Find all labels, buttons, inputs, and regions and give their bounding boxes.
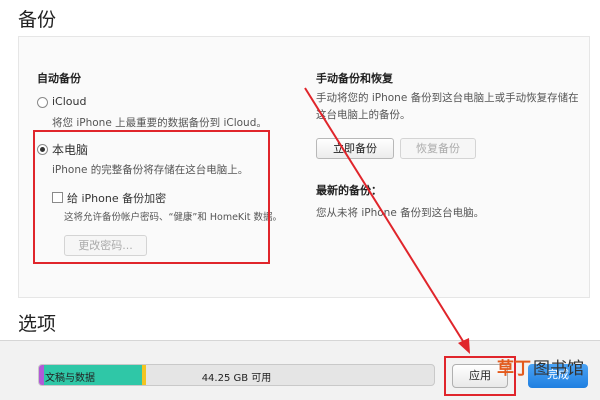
icloud-radio[interactable] xyxy=(37,97,48,108)
storage-available-text: 44.25 GB 可用 xyxy=(201,373,272,384)
manual-backup-description-line2: 这台电脑上的备份。 xyxy=(316,109,411,121)
backup-section-title: 备份 xyxy=(18,9,57,31)
manual-backup-description-line1: 手动将您的 iPhone 备份到这台电脑上或手动恢复存储在 xyxy=(316,92,579,104)
latest-backup-description: 您从未将 iPhone 备份到这台电脑。 xyxy=(316,207,485,219)
restore-backup-button[interactable]: 恢复备份 xyxy=(400,138,476,159)
auto-backup-heading: 自动备份 xyxy=(37,72,81,85)
itunes-device-summary: 备份 自动备份 iCloud 将您 iPhone 上最重要的数据备份到 iClo… xyxy=(0,0,600,400)
latest-backup-heading: 最新的备份： xyxy=(316,184,382,197)
storage-capacity-bar: 文稿与数据 44.25 GB 可用 xyxy=(38,364,435,386)
options-section-title: 选项 xyxy=(18,313,57,335)
icloud-label[interactable]: iCloud xyxy=(52,95,86,108)
manual-backup-heading: 手动备份和恢复 xyxy=(316,72,393,85)
annotation-highlight-box xyxy=(33,130,270,264)
icloud-description: 将您 iPhone 上最重要的数据备份到 iCloud。 xyxy=(52,117,267,129)
watermark-text-a: 草丁 xyxy=(497,359,531,379)
watermark-logo: 草丁 图书馆 xyxy=(497,352,597,380)
watermark-text-b: 图书馆 xyxy=(533,359,584,379)
backup-now-button[interactable]: 立即备份 xyxy=(316,138,394,159)
